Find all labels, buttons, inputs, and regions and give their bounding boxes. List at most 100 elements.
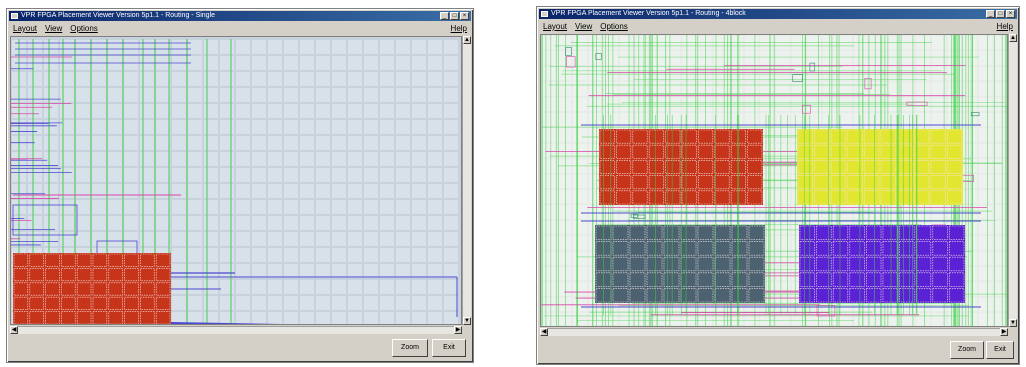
grid-cell <box>666 66 681 81</box>
grid-cell <box>332 152 346 166</box>
grid-cell <box>44 88 58 102</box>
horizontal-scrollbar[interactable]: ◀ ▶ <box>540 328 1008 336</box>
grid-cell <box>963 313 977 326</box>
zoom-button[interactable]: Zoom <box>950 341 984 359</box>
placement-canvas[interactable] <box>540 34 1008 327</box>
exit-button[interactable]: Exit <box>432 339 466 357</box>
grid-cell <box>44 72 58 86</box>
grid-cell <box>557 282 572 296</box>
grid-cell <box>573 251 587 265</box>
grid-cell <box>236 216 250 230</box>
grid-cell <box>92 200 106 214</box>
grid-cell <box>412 168 426 182</box>
grid-cell <box>332 40 346 54</box>
grid-cell <box>44 184 58 198</box>
placement-canvas[interactable] <box>10 36 462 325</box>
scroll-down-icon[interactable]: ▼ <box>1009 319 1017 327</box>
menu-view[interactable]: View <box>45 23 62 34</box>
grid-cell <box>284 72 298 86</box>
menu-help[interactable]: Help <box>997 21 1017 32</box>
grid-cell <box>428 120 442 134</box>
grid-cell <box>236 136 250 150</box>
grid-cell <box>428 168 442 182</box>
grid-cell <box>412 104 426 118</box>
grid-cell <box>60 200 74 214</box>
menu-options[interactable]: Options <box>600 21 628 32</box>
menu-layout[interactable]: Layout <box>13 23 37 34</box>
grid-cell <box>428 312 442 324</box>
grid-cell <box>172 184 186 198</box>
grid-cell <box>573 174 587 188</box>
grid-cell <box>978 82 993 96</box>
menu-options[interactable]: Options <box>70 23 98 34</box>
minimize-icon[interactable]: _ <box>986 10 995 18</box>
grid-cell <box>682 113 696 127</box>
grid-cell <box>284 184 298 198</box>
close-icon[interactable]: × <box>460 12 469 20</box>
maximize-icon[interactable]: □ <box>996 10 1005 18</box>
scroll-down-icon[interactable]: ▼ <box>463 317 471 325</box>
grid-cell <box>635 113 650 127</box>
scroll-right-icon[interactable]: ▶ <box>454 326 462 334</box>
grid-cell <box>573 267 587 281</box>
grid-cell <box>316 40 330 54</box>
zoom-button[interactable]: Zoom <box>392 339 428 357</box>
grid-cell <box>869 66 884 81</box>
grid-cell <box>963 251 977 265</box>
grid-cell <box>188 168 202 182</box>
grid-cell <box>44 168 58 182</box>
placement-viewer-window-single: VPR FPGA Placement Viewer Version 5p1.1 … <box>6 8 474 363</box>
minimize-icon[interactable]: _ <box>440 12 449 20</box>
grid-cell <box>172 200 186 214</box>
scroll-up-icon[interactable]: ▲ <box>1009 34 1017 42</box>
vertical-scrollbar[interactable]: ▲ ▼ <box>1008 34 1017 327</box>
grid-cell <box>588 313 603 326</box>
grid-cell <box>444 72 458 86</box>
grid-cell <box>236 184 250 198</box>
grid-cell <box>156 72 170 86</box>
maximize-icon[interactable]: □ <box>450 12 459 20</box>
grid-cell <box>28 168 42 182</box>
menu-help[interactable]: Help <box>451 23 471 34</box>
grid-cell <box>364 280 378 294</box>
grid-cell <box>300 312 314 324</box>
grid-cell <box>332 168 346 182</box>
grid-cell <box>573 220 587 235</box>
menu-view[interactable]: View <box>575 21 592 32</box>
grid-cell <box>156 184 170 198</box>
grid-cell <box>316 152 330 166</box>
close-icon[interactable]: × <box>1006 10 1015 18</box>
grid-cell <box>380 88 394 102</box>
grid-cell <box>220 216 234 230</box>
grid-cell <box>140 120 154 134</box>
scroll-up-icon[interactable]: ▲ <box>463 36 471 44</box>
grid-cell <box>300 232 314 246</box>
grid-cell <box>76 72 90 86</box>
grid-cell <box>760 66 774 81</box>
grid-cell <box>332 200 346 214</box>
grid-cell <box>620 113 634 127</box>
grid-cell <box>635 66 650 81</box>
grid-cell <box>348 168 362 182</box>
grid-cell <box>542 174 556 188</box>
grid-cell <box>284 232 298 246</box>
grid-cell <box>364 120 378 134</box>
scroll-left-icon[interactable]: ◀ <box>10 326 18 334</box>
grid-cell <box>252 72 266 86</box>
menu-layout[interactable]: Layout <box>543 21 567 32</box>
grid-cell <box>268 168 282 182</box>
grid-cell <box>932 82 946 96</box>
grid-cell <box>588 113 603 127</box>
horizontal-scrollbar[interactable]: ◀ ▶ <box>10 326 462 334</box>
grid-cell <box>44 120 58 134</box>
grid-cell <box>268 216 282 230</box>
scroll-right-icon[interactable]: ▶ <box>1000 328 1008 336</box>
grid-cell <box>92 216 106 230</box>
grid-cell <box>791 51 806 65</box>
grid-cell <box>838 51 852 65</box>
exit-button[interactable]: Exit <box>986 341 1014 359</box>
vertical-scrollbar[interactable]: ▲ ▼ <box>462 36 471 325</box>
grid-cell <box>220 72 234 86</box>
grid-cell <box>316 88 330 102</box>
scroll-left-icon[interactable]: ◀ <box>540 328 548 336</box>
